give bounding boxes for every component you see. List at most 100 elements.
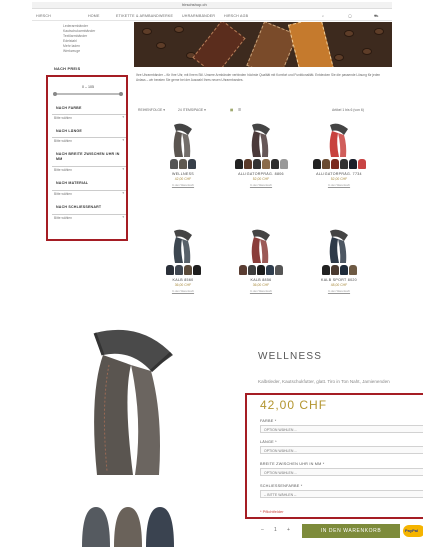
option-select-clasp-color[interactable]: -- BITTE WÄHLEN --: [260, 490, 423, 498]
filter-select-value: Bitte wählen: [54, 192, 72, 196]
sidebar-link[interactable]: Lederarmbänder: [63, 24, 88, 28]
color-swatch[interactable]: [192, 265, 201, 275]
color-swatch[interactable]: [321, 159, 330, 169]
color-swatch[interactable]: [179, 159, 187, 169]
color-swatch[interactable]: [170, 159, 178, 169]
filter-select-material[interactable]: Bitte wählen ▾: [52, 190, 126, 196]
product-name[interactable]: KALB SPORT 8020: [306, 278, 372, 282]
product-card[interactable]: ALLIGATORPRÄG. 7734 52,00 CHF In den Waren…: [306, 123, 372, 187]
color-swatches[interactable]: [231, 159, 291, 169]
product-image[interactable]: [166, 123, 198, 157]
quantity-stepper[interactable]: – 1 +: [259, 525, 295, 537]
user-icon[interactable]: ◯: [348, 14, 352, 18]
browser-url-bar[interactable]: hirschshop.ch: [32, 2, 392, 9]
product-cart-link[interactable]: In den Warenkorb: [150, 183, 216, 187]
color-swatch[interactable]: [188, 159, 196, 169]
product-image[interactable]: [322, 123, 354, 157]
product-card[interactable]: ALLIGATORPRÄG. 8806 52,00 CHF In den Waren…: [228, 123, 294, 187]
filter-select-color[interactable]: Bitte wählen ▾: [52, 114, 126, 120]
product-card[interactable]: KALB 8856 36,00 CHF In den Warenkorb: [228, 229, 294, 293]
grid-view-icon[interactable]: ▦: [230, 108, 233, 112]
color-swatch[interactable]: [248, 265, 256, 275]
nav-item-uhrarmbaender[interactable]: UHRARMBÄNDER: [182, 14, 215, 18]
add-to-cart-button[interactable]: IN DEN WARENKORB: [302, 524, 400, 538]
product-image[interactable]: [244, 229, 276, 263]
color-swatch[interactable]: [257, 265, 265, 275]
product-cart-link[interactable]: In den Warenkorb: [228, 289, 294, 293]
color-swatch[interactable]: [266, 265, 274, 275]
color-swatches[interactable]: [309, 265, 369, 275]
nav-item-agb[interactable]: HIRSCH AGB: [224, 14, 248, 18]
color-swatch[interactable]: [357, 159, 366, 169]
color-swatch[interactable]: [165, 265, 174, 275]
product-cart-link[interactable]: In den Warenkorb: [228, 183, 294, 187]
color-swatches[interactable]: [153, 159, 213, 169]
product-name[interactable]: ALLIGATORPRÄG. 8806: [228, 172, 294, 176]
nav-item-hirsch[interactable]: HIRSCH: [36, 14, 51, 18]
color-swatch[interactable]: [261, 159, 270, 169]
product-cart-link[interactable]: In den Warenkorb: [306, 289, 372, 293]
color-swatch[interactable]: [234, 159, 243, 169]
filter-select-width[interactable]: Bitte wählen ▾: [52, 166, 126, 172]
per-page-select[interactable]: 24 ITEMS/PAGE ▾: [178, 108, 206, 112]
sidebar-link[interactable]: Mehr laden: [63, 44, 80, 48]
sort-select[interactable]: REIHENFOLGE ▾: [138, 108, 165, 112]
color-swatch[interactable]: [348, 159, 357, 169]
product-image[interactable]: [322, 229, 354, 263]
color-swatches[interactable]: [309, 159, 369, 169]
list-view-icon[interactable]: ☰: [238, 108, 241, 112]
color-thumbnails[interactable]: [80, 503, 178, 547]
color-swatch[interactable]: [321, 265, 330, 275]
product-card[interactable]: KALB 8560 36,00 CHF In den Warenkorb: [150, 229, 216, 293]
category-page-screenshot: hirschshop.ch HIRSCH HOME ETIKETTE & ARM…: [32, 0, 392, 305]
product-name[interactable]: ALLIGATORPRÄG. 7734: [306, 172, 372, 176]
color-swatch[interactable]: [339, 265, 348, 275]
slider-handle-max[interactable]: [119, 92, 123, 96]
sidebar-link[interactable]: Textilarmbänder: [63, 34, 87, 38]
filter-select-clasp[interactable]: Bitte wählen ▾: [52, 214, 126, 220]
qty-value[interactable]: 1: [274, 527, 277, 533]
cart-icon[interactable]: ⛟: [374, 14, 379, 19]
qty-plus-button[interactable]: +: [287, 527, 290, 533]
product-image[interactable]: [166, 229, 198, 263]
color-swatch[interactable]: [275, 265, 283, 275]
product-price: 36,00 CHF: [174, 283, 192, 287]
nav-item-etikette[interactable]: ETIKETTE & ARMBANDWERKE: [116, 14, 173, 18]
color-swatch[interactable]: [339, 159, 348, 169]
product-name[interactable]: KALB 8560: [150, 278, 216, 282]
color-swatches[interactable]: [153, 265, 213, 275]
color-swatch[interactable]: [330, 265, 339, 275]
color-swatch[interactable]: [174, 265, 183, 275]
color-swatch[interactable]: [239, 265, 247, 275]
sidebar-link[interactable]: Kautschukarmbänder: [63, 29, 95, 33]
product-cart-link[interactable]: In den Warenkorb: [150, 289, 216, 293]
paypal-button[interactable]: PayPal: [403, 525, 423, 537]
color-swatch[interactable]: [312, 159, 321, 169]
option-select-width[interactable]: OPTION WÄHLEN ...: [260, 468, 423, 476]
sidebar-link[interactable]: Werkzeuge: [63, 49, 80, 53]
product-image[interactable]: [244, 123, 276, 157]
price-slider[interactable]: [53, 92, 123, 96]
filter-select-length[interactable]: Bitte wählen ▾: [52, 137, 126, 143]
color-swatch[interactable]: [183, 265, 192, 275]
color-swatches[interactable]: [231, 265, 291, 275]
product-card[interactable]: WELLNESS 42,00 CHF In den Warenkorb: [150, 123, 216, 187]
search-icon[interactable]: ⌕: [322, 14, 324, 18]
color-swatch[interactable]: [279, 159, 288, 169]
product-card[interactable]: KALB SPORT 8020 48,00 CHF In den Warenkorb: [306, 229, 372, 293]
nav-item-home[interactable]: HOME: [88, 14, 100, 18]
sidebar-link[interactable]: Edelstahl: [63, 39, 77, 43]
product-name[interactable]: KALB 8856: [228, 278, 294, 282]
color-swatch[interactable]: [252, 159, 261, 169]
option-select-color[interactable]: OPTION WÄHLEN ...: [260, 425, 423, 433]
option-select-length[interactable]: OPTION WÄHLEN ...: [260, 446, 423, 454]
color-swatch[interactable]: [243, 159, 252, 169]
item-count: Artikel 1 bis 6 (von 6): [332, 108, 364, 112]
product-name[interactable]: WELLNESS: [150, 172, 216, 176]
slider-handle-min[interactable]: [53, 92, 57, 96]
qty-minus-button[interactable]: –: [261, 527, 264, 533]
product-cart-link[interactable]: In den Warenkorb: [306, 183, 372, 187]
color-swatch[interactable]: [270, 159, 279, 169]
color-swatch[interactable]: [330, 159, 339, 169]
color-swatch[interactable]: [348, 265, 357, 275]
